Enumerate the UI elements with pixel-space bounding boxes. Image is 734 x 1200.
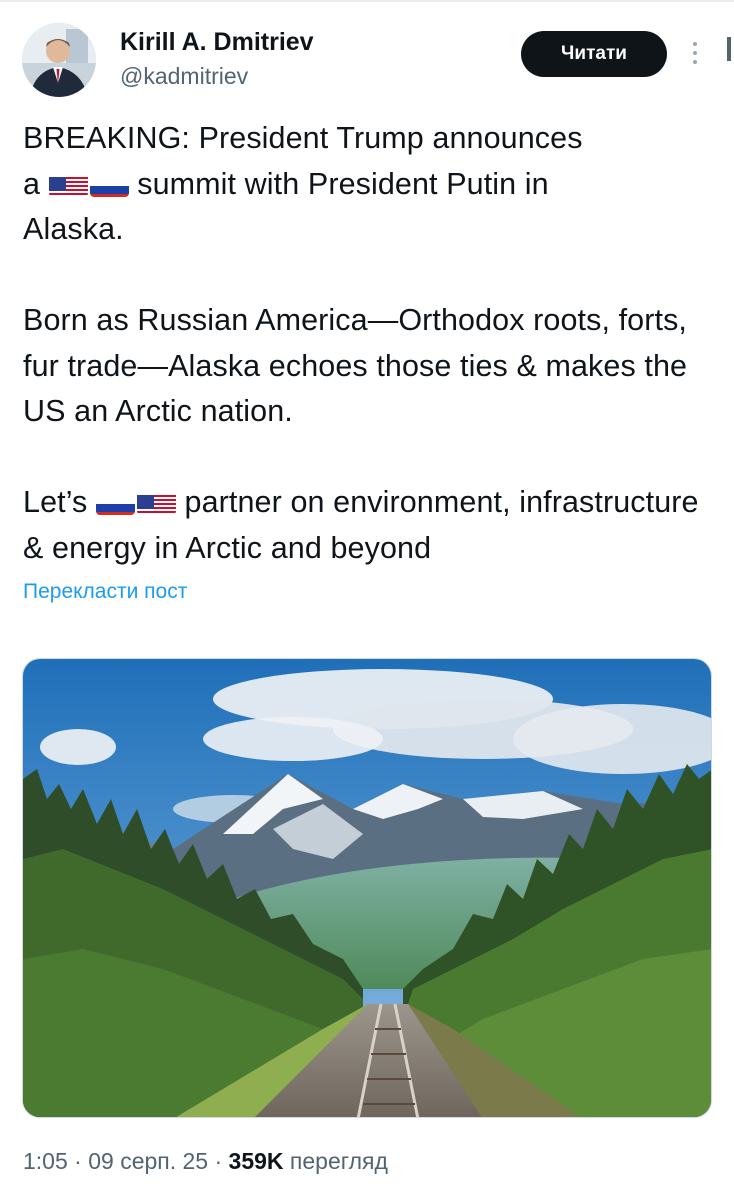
russia-flag-icon [95,489,135,515]
tweet-line: BREAKING: President Trump announces [23,121,583,155]
flag-pair [95,480,176,526]
tweet-paragraph-3: Let’s partner on environment, infrastruc… [23,480,723,571]
tweet-line: a [23,166,49,201]
landscape-photo [23,659,711,1117]
us-flag-icon [48,171,88,197]
top-divider [0,0,734,2]
meta-separator: · [208,1148,229,1174]
avatar-photo [22,23,96,97]
author-name[interactable]: Kirill A. Dmitriev [120,28,314,57]
tweet-line: Let’s [23,485,96,519]
tweet-text: BREAKING: President Trump announces a su… [23,116,723,617]
view-label: перегляд [283,1148,388,1174]
meta-separator: · [67,1148,89,1174]
author-handle[interactable]: @kadmitriev [120,63,248,90]
more-vertical-icon[interactable] [688,42,702,68]
follow-button[interactable]: Читати [521,31,667,77]
tweet-time[interactable]: 1:05 [23,1148,68,1174]
tweet-date[interactable]: 09 серп. 25 [88,1148,208,1174]
tweet-paragraph-2: Born as Russian America—Orthodox roots, … [23,303,688,428]
tweet-metadata: 1:05 · 09 серп. 25 · 359K перегляд [23,1148,388,1175]
avatar[interactable] [22,23,96,97]
flag-pair [48,162,129,208]
translate-post-link[interactable]: Перекласти пост [23,580,187,604]
russia-flag-icon [89,171,129,197]
tweet-line: Alaska. [23,212,124,246]
tweet-image[interactable] [22,658,712,1118]
scrollbar-edge [727,37,731,61]
us-flag-icon [136,489,176,515]
tweet-paragraph-1: BREAKING: President Trump announces a su… [23,116,723,253]
tweet-line: summit with President Putin in [128,166,549,201]
view-count: 359K [228,1148,284,1174]
